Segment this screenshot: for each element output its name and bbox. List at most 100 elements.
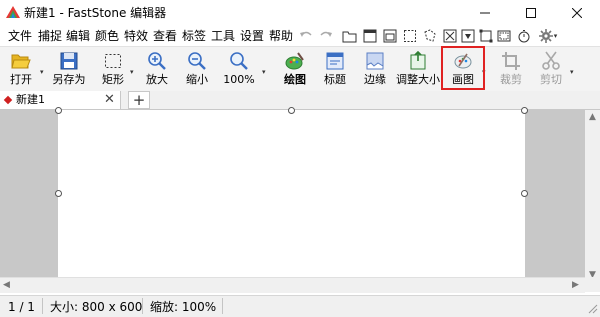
scrolling-capture-button[interactable] bbox=[460, 28, 476, 44]
new-tab-button[interactable]: + bbox=[128, 91, 150, 109]
resize-handle-top-left[interactable] bbox=[55, 107, 62, 114]
scroll-right-icon[interactable]: ▶ bbox=[572, 280, 579, 290]
fullscreen-icon bbox=[363, 29, 377, 43]
tab-document-label: 新建1 bbox=[16, 93, 45, 106]
fullscreen-capture-button[interactable] bbox=[442, 28, 458, 44]
scrolling-capture-icon bbox=[461, 29, 475, 43]
draw-button[interactable]: 绘图 bbox=[278, 49, 312, 89]
tab-close-icon[interactable]: ✕ bbox=[104, 92, 115, 107]
resize-button[interactable]: 调整大小 bbox=[396, 49, 440, 89]
caption-button[interactable]: 标题 bbox=[320, 49, 350, 89]
modified-indicator-icon bbox=[3, 95, 13, 105]
window-title: 新建1 - FastStone 编辑器 bbox=[24, 6, 167, 20]
size-grip-icon[interactable] bbox=[586, 302, 598, 314]
zoom-in-label: 放大 bbox=[146, 73, 168, 86]
rectangle-label: 矩形 bbox=[102, 73, 124, 86]
menu-help[interactable]: 帮助 bbox=[269, 29, 293, 43]
rectangle-select-icon bbox=[105, 54, 121, 68]
maximize-icon bbox=[526, 8, 536, 18]
menu-tags[interactable]: 标签 bbox=[182, 29, 206, 43]
close-window-button[interactable] bbox=[554, 0, 600, 26]
title-bar: 新建1 - FastStone 编辑器 bbox=[0, 0, 600, 26]
resize-handle-left[interactable] bbox=[55, 190, 62, 197]
zoom-out-icon bbox=[188, 52, 206, 70]
window-icon bbox=[383, 29, 397, 43]
menu-bar: 文件 捕捉 编辑 颜色 特效 查看 标签 工具 设置 帮助 ▾ bbox=[0, 26, 600, 46]
scroll-up-icon[interactable]: ▲ bbox=[589, 112, 596, 122]
undo-icon bbox=[300, 31, 312, 37]
scissors-icon bbox=[542, 51, 560, 70]
video-capture-button[interactable] bbox=[496, 28, 512, 44]
rectangle-select-button[interactable]: 矩形 bbox=[96, 49, 130, 89]
resize-handle-right[interactable] bbox=[521, 190, 528, 197]
resize-handle-top[interactable] bbox=[288, 107, 295, 114]
menu-file[interactable]: 文件 bbox=[8, 29, 32, 43]
freehand-region-button[interactable] bbox=[422, 28, 438, 44]
crop-button[interactable]: 裁剪 bbox=[496, 49, 526, 89]
zoom-in-icon bbox=[148, 52, 166, 70]
tab-bar: 新建1 ✕ + bbox=[0, 91, 600, 110]
page-indicator: 1 / 1 bbox=[8, 300, 35, 314]
zoom-dropdown-arrow[interactable]: ▾ bbox=[262, 69, 268, 76]
resize-label: 调整大小 bbox=[396, 73, 440, 86]
timer-button[interactable] bbox=[516, 28, 532, 44]
settings-gear-button[interactable]: ▾ bbox=[536, 28, 560, 44]
settings-gear-icon bbox=[538, 29, 553, 43]
fullscreen-button[interactable] bbox=[362, 28, 378, 44]
open-dropdown-arrow[interactable]: ▾ bbox=[40, 69, 46, 76]
zoom-level-label: 100% bbox=[223, 73, 255, 86]
zoom-out-label: 缩小 bbox=[186, 73, 208, 86]
open-label: 打开 bbox=[10, 73, 32, 86]
menu-settings[interactable]: 设置 bbox=[240, 29, 264, 43]
menu-view[interactable]: 查看 bbox=[153, 29, 177, 43]
fixed-region-icon bbox=[479, 29, 493, 43]
window-capture-button[interactable] bbox=[382, 28, 398, 44]
redo-icon bbox=[320, 31, 332, 37]
resize-handle-top-right[interactable] bbox=[521, 107, 528, 114]
fixed-region-button[interactable] bbox=[478, 28, 494, 44]
zoom-in-button[interactable]: 放大 bbox=[142, 49, 172, 89]
cut-label: 剪切 bbox=[540, 73, 562, 86]
menu-color[interactable]: 颜色 bbox=[95, 29, 119, 43]
open-folder-button[interactable] bbox=[342, 28, 358, 44]
rect-region-button[interactable] bbox=[402, 28, 418, 44]
redo-button[interactable] bbox=[318, 28, 334, 44]
draw-palette-icon bbox=[285, 52, 304, 70]
save-as-button[interactable]: 另存为 bbox=[50, 49, 88, 89]
freehand-region-icon bbox=[424, 29, 436, 42]
save-disk-icon bbox=[60, 52, 78, 70]
minimize-button[interactable] bbox=[462, 0, 508, 26]
rectangle-dropdown-arrow[interactable]: ▾ bbox=[130, 69, 136, 76]
zoom-actual-icon bbox=[230, 52, 248, 70]
image-canvas[interactable] bbox=[58, 110, 525, 288]
highlight-box bbox=[441, 46, 485, 90]
save-as-label: 另存为 bbox=[52, 73, 86, 86]
scrollbar-corner bbox=[585, 277, 600, 292]
status-divider bbox=[222, 298, 223, 314]
status-divider bbox=[142, 298, 143, 314]
zoom-100-button[interactable]: 100% bbox=[222, 49, 256, 89]
undo-button[interactable] bbox=[298, 28, 314, 44]
caption-icon bbox=[326, 52, 344, 70]
cut-button[interactable]: 剪切 bbox=[536, 49, 566, 89]
vertical-scrollbar[interactable]: ▲ ▼ bbox=[585, 110, 600, 288]
dropdown-arrow-icon: ▾ bbox=[553, 32, 558, 40]
crop-icon bbox=[502, 52, 520, 70]
zoom-out-button[interactable]: 缩小 bbox=[182, 49, 212, 89]
horizontal-scrollbar[interactable]: ◀ ▶ bbox=[0, 277, 585, 293]
tab-document[interactable]: 新建1 ✕ bbox=[0, 91, 121, 109]
cut-dropdown-arrow[interactable]: ▾ bbox=[570, 69, 576, 76]
crop-label: 裁剪 bbox=[500, 73, 522, 86]
scroll-left-icon[interactable]: ◀ bbox=[3, 280, 10, 290]
fullscreen-capture-icon bbox=[443, 29, 457, 43]
menu-tools[interactable]: 工具 bbox=[211, 29, 235, 43]
menu-capture[interactable]: 捕捉 bbox=[38, 29, 62, 43]
image-size-text: 大小: 800 x 600 bbox=[50, 300, 143, 314]
menu-effects[interactable]: 特效 bbox=[124, 29, 148, 43]
status-divider bbox=[42, 298, 43, 314]
menu-edit[interactable]: 编辑 bbox=[66, 29, 90, 43]
close-icon bbox=[572, 8, 582, 18]
open-button[interactable]: 打开 bbox=[6, 49, 36, 89]
maximize-button[interactable] bbox=[508, 0, 554, 26]
edge-button[interactable]: 边缘 bbox=[360, 49, 390, 89]
